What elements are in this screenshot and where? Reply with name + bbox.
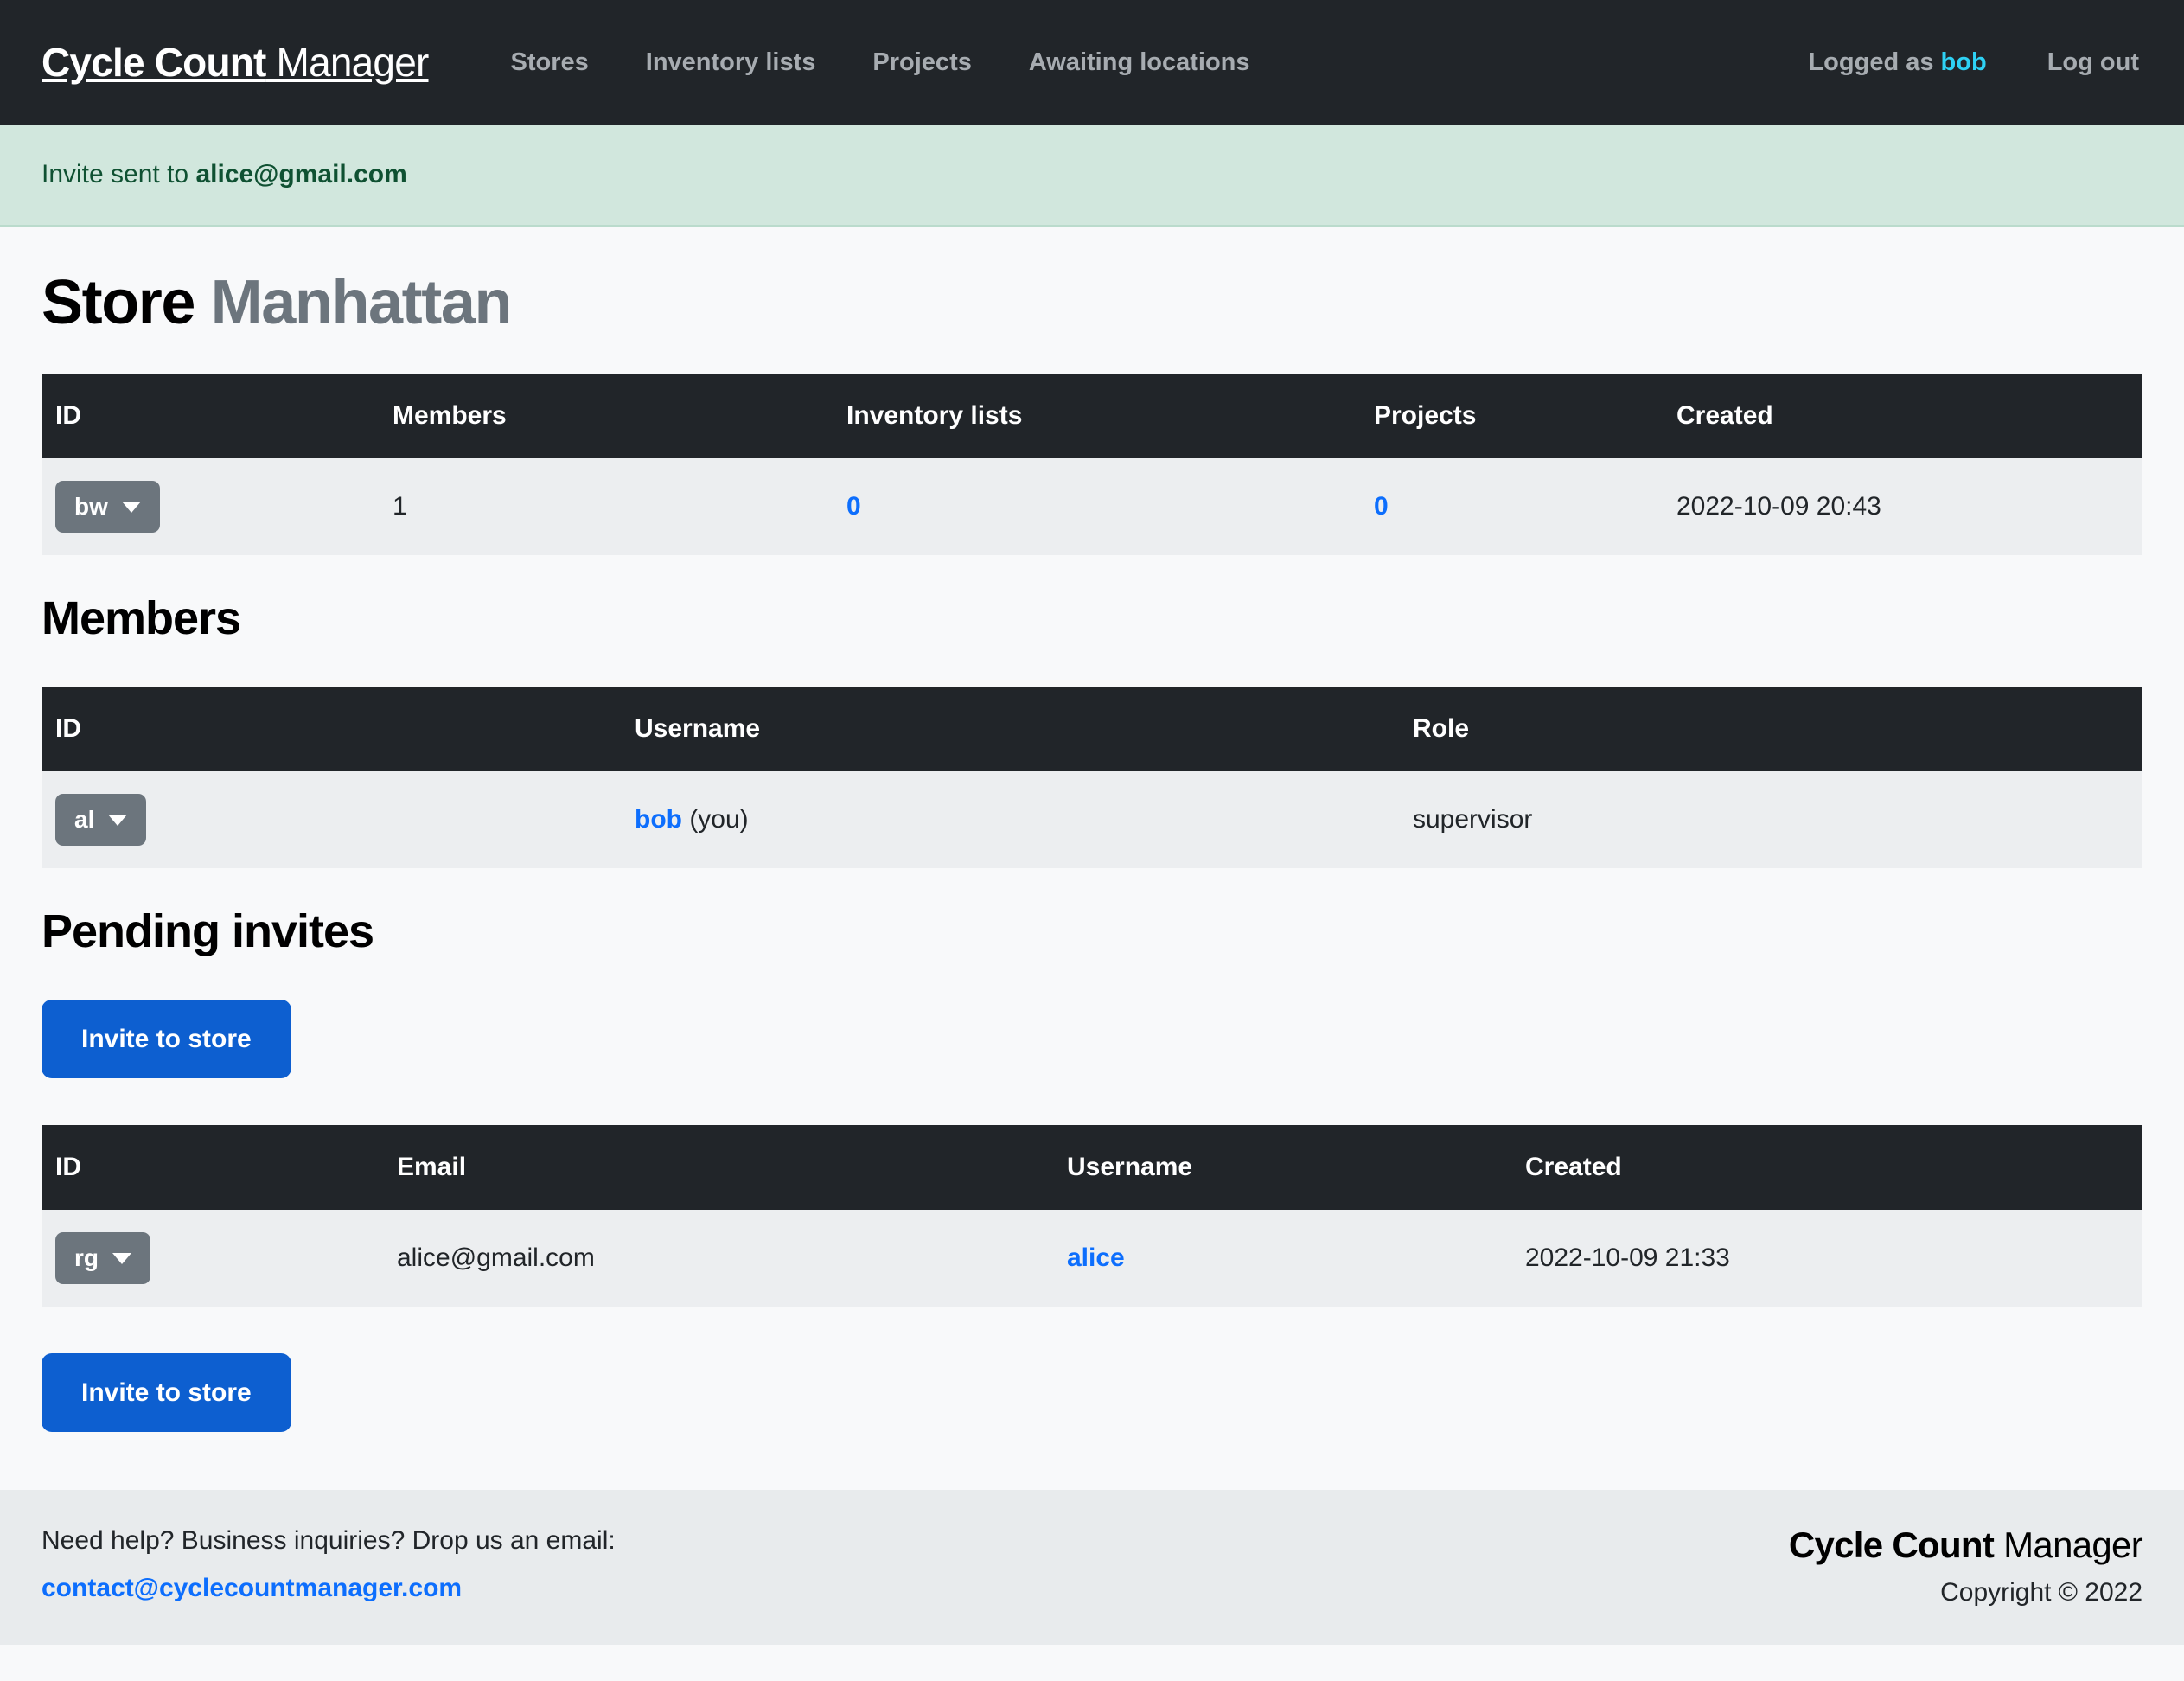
pending-table-body: rg alice@gmail.com alice 2022-10-09 21:3… — [42, 1210, 2142, 1307]
members-table-head: ID Username Role — [42, 687, 2142, 772]
members-col-id: ID — [42, 687, 621, 772]
member-username-suffix: (you) — [681, 805, 749, 834]
inventory-lists-count-link[interactable]: 0 — [846, 492, 861, 521]
members-cell-username: bob (you) — [621, 771, 1399, 869]
member-username-link[interactable]: bob — [635, 805, 682, 834]
invite-id-dropdown-button[interactable]: rg — [55, 1232, 150, 1285]
chevron-down-icon — [112, 1252, 131, 1264]
logout-link[interactable]: Log out — [2017, 49, 2142, 75]
main-content: Store Manhattan ID Members Inventory lis… — [0, 227, 2184, 1490]
footer-contact-email-link[interactable]: contact@cyclecountmanager.com — [42, 1569, 616, 1607]
top-navbar: Cycle Count Manager Stores Inventory lis… — [0, 0, 2184, 125]
store-cell-members: 1 — [379, 458, 833, 556]
invite-username-link[interactable]: alice — [1067, 1243, 1125, 1272]
brand-bold-text: Cycle Count — [42, 40, 266, 85]
chevron-down-icon — [121, 501, 141, 513]
brand-logo[interactable]: Cycle Count Manager — [42, 42, 429, 82]
store-cell-created: 2022-10-09 20:43 — [1663, 458, 2142, 556]
store-table-body: bw 1 0 0 2022-10-09 20:43 — [42, 458, 2142, 556]
footer-brand-block: Cycle Count Manager Copyright © 2022 — [1788, 1521, 2143, 1610]
nav-links: Stores Inventory lists Projects Awaiting… — [482, 49, 1279, 75]
footer-brand-light: Manager — [1994, 1524, 2143, 1565]
members-section-title: Members — [42, 592, 241, 645]
store-cell-id: bw — [42, 458, 379, 556]
members-col-username: Username — [621, 687, 1399, 772]
brand-light-text: Manager — [265, 40, 430, 85]
pending-cell-email: alice@gmail.com — [383, 1210, 1053, 1307]
members-cell-role: supervisor — [1399, 771, 2142, 869]
store-cell-projects: 0 — [1360, 458, 1663, 556]
store-col-inventory-lists: Inventory lists — [833, 374, 1360, 459]
page-title: Store Manhattan — [42, 227, 2142, 337]
members-cell-id: al — [42, 771, 621, 869]
member-id-dropdown-button[interactable]: al — [55, 794, 147, 847]
pending-cell-id: rg — [42, 1210, 383, 1307]
invite-to-store-button-bottom[interactable]: Invite to store — [42, 1353, 291, 1433]
pending-col-email: Email — [383, 1125, 1053, 1211]
store-table: ID Members Inventory lists Projects Crea… — [42, 374, 2142, 556]
nav-link-stores[interactable]: Stores — [482, 49, 617, 75]
chevron-down-icon — [108, 814, 128, 826]
pending-cell-created: 2022-10-09 21:33 — [1511, 1210, 2142, 1307]
members-col-role: Role — [1399, 687, 2142, 772]
table-row: bw 1 0 0 2022-10-09 20:43 — [42, 458, 2142, 556]
pending-table-header-row: ID Email Username Created — [42, 1125, 2142, 1211]
store-table-head: ID Members Inventory lists Projects Crea… — [42, 374, 2142, 459]
alert-email-text: alice@gmail.com — [195, 160, 407, 189]
footer-copyright: Copyright © 2022 — [1940, 1577, 2142, 1607]
member-id-label: al — [74, 806, 95, 834]
logged-as-label: Logged as bob — [1778, 48, 2016, 76]
page-title-bold: Store — [42, 268, 195, 337]
footer-brand-bold: Cycle Count — [1788, 1524, 1995, 1565]
alert-prefix-text: Invite sent to — [42, 160, 196, 189]
nav-link-projects[interactable]: Projects — [844, 49, 999, 75]
store-id-dropdown-button[interactable]: bw — [55, 481, 160, 534]
page-footer: Need help? Business inquiries? Drop us a… — [0, 1490, 2184, 1646]
pending-col-username: Username — [1053, 1125, 1511, 1211]
members-table: ID Username Role al bob (you) supervisor — [42, 687, 2142, 869]
store-id-label: bw — [74, 493, 108, 521]
table-row: rg alice@gmail.com alice 2022-10-09 21:3… — [42, 1210, 2142, 1307]
invite-sent-alert: Invite sent to alice@gmail.com — [0, 125, 2184, 227]
store-table-header-row: ID Members Inventory lists Projects Crea… — [42, 374, 2142, 459]
nav-link-awaiting-locations[interactable]: Awaiting locations — [1000, 49, 1279, 75]
store-col-id: ID — [42, 374, 379, 459]
table-row: al bob (you) supervisor — [42, 771, 2142, 869]
logged-as-prefix: Logged as — [1808, 48, 1941, 76]
projects-count-link[interactable]: 0 — [1374, 492, 1389, 521]
store-col-created: Created — [1663, 374, 2142, 459]
footer-contact-block: Need help? Business inquiries? Drop us a… — [42, 1521, 616, 1607]
members-table-body: al bob (you) supervisor — [42, 771, 2142, 869]
invite-to-store-button-top[interactable]: Invite to store — [42, 1000, 291, 1079]
store-col-projects: Projects — [1360, 374, 1663, 459]
pending-invites-table: ID Email Username Created rg alice@gmail… — [42, 1125, 2142, 1307]
store-col-members: Members — [379, 374, 833, 459]
current-username: bob — [1940, 48, 1987, 76]
store-cell-inventory-lists: 0 — [833, 458, 1360, 556]
pending-table-head: ID Email Username Created — [42, 1125, 2142, 1211]
pending-invites-section-title: Pending invites — [42, 905, 374, 958]
pending-col-created: Created — [1511, 1125, 2142, 1211]
footer-help-text: Need help? Business inquiries? Drop us a… — [42, 1526, 616, 1555]
nav-right-group: Logged as bob Log out — [1778, 48, 2142, 76]
pending-col-id: ID — [42, 1125, 383, 1211]
page-title-store-name: Manhattan — [210, 268, 513, 337]
invite-id-label: rg — [74, 1244, 99, 1272]
members-table-header-row: ID Username Role — [42, 687, 2142, 772]
footer-brand: Cycle Count Manager — [1788, 1521, 2143, 1570]
pending-cell-username: alice — [1053, 1210, 1511, 1307]
nav-link-inventory-lists[interactable]: Inventory lists — [617, 49, 845, 75]
